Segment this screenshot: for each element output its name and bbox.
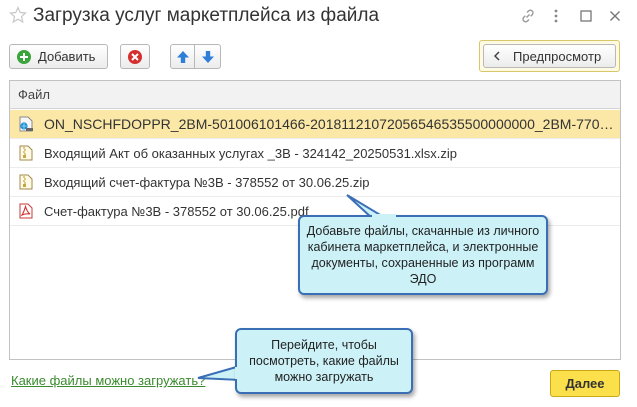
preview-button[interactable]: Предпросмотр xyxy=(483,44,616,68)
move-up-button[interactable] xyxy=(170,44,195,69)
preview-button-label: Предпросмотр xyxy=(513,48,602,64)
callout-pointer-joint xyxy=(372,214,396,220)
files-hint-text: Добавьте файлы, скачанные из личного каб… xyxy=(306,224,540,286)
table-row[interactable]: Входящий Акт об оказанных услугах _3В - … xyxy=(10,139,620,168)
file-name: Входящий Акт об оказанных услугах _3В - … xyxy=(44,145,458,161)
zip-file-icon xyxy=(19,145,33,161)
file-name: Входящий счет-фактура №3В - 378552 от 30… xyxy=(44,174,370,190)
favorite-star-icon[interactable] xyxy=(9,6,27,24)
link-icon[interactable] xyxy=(520,8,536,24)
preview-button-frame: Предпросмотр xyxy=(479,40,620,72)
upload-dialog: Загрузка услуг маркетплейса из файла Доб… xyxy=(0,0,637,407)
files-hint-callout: Добавьте файлы, скачанные из личного каб… xyxy=(298,215,548,295)
delete-icon xyxy=(128,49,142,64)
next-button[interactable]: Далее xyxy=(550,370,620,397)
more-options-icon[interactable] xyxy=(548,8,564,24)
arrow-down-icon xyxy=(201,50,214,63)
xml-file-icon xyxy=(19,116,33,132)
link-hint-callout: Перейдите, чтобы посмотреть, какие файлы… xyxy=(235,328,413,394)
table-header-file[interactable]: Файл xyxy=(10,81,620,109)
delete-button[interactable] xyxy=(120,44,150,69)
chevron-left-icon xyxy=(493,51,500,61)
zip-file-icon xyxy=(19,174,33,190)
file-name: Счет-фактура №3В - 378552 от 30.06.25.pd… xyxy=(44,203,309,219)
allowed-files-link[interactable]: Какие файлы можно загружать? xyxy=(11,373,205,388)
window-title: Загрузка услуг маркетплейса из файла xyxy=(33,5,380,26)
move-down-button[interactable] xyxy=(195,44,221,69)
title-bar: Загрузка услуг маркетплейса из файла xyxy=(0,0,637,34)
arrow-up-icon xyxy=(176,50,189,63)
maximize-icon[interactable] xyxy=(578,8,594,24)
close-icon[interactable] xyxy=(607,8,623,24)
callout-pointer-joint xyxy=(235,367,241,379)
plus-circle-icon xyxy=(17,49,31,64)
pdf-file-icon xyxy=(19,203,33,219)
file-name: ON_NSCHFDOPPR_2BM-501006101466-201811210… xyxy=(44,116,620,132)
link-hint-text: Перейдите, чтобы посмотреть, какие файлы… xyxy=(249,338,399,384)
table-row[interactable]: ON_NSCHFDOPPR_2BM-501006101466-201811210… xyxy=(10,110,620,139)
table-row[interactable]: Входящий счет-фактура №3В - 378552 от 30… xyxy=(10,168,620,197)
add-button[interactable]: Добавить xyxy=(9,44,108,69)
add-button-label: Добавить xyxy=(38,49,96,64)
